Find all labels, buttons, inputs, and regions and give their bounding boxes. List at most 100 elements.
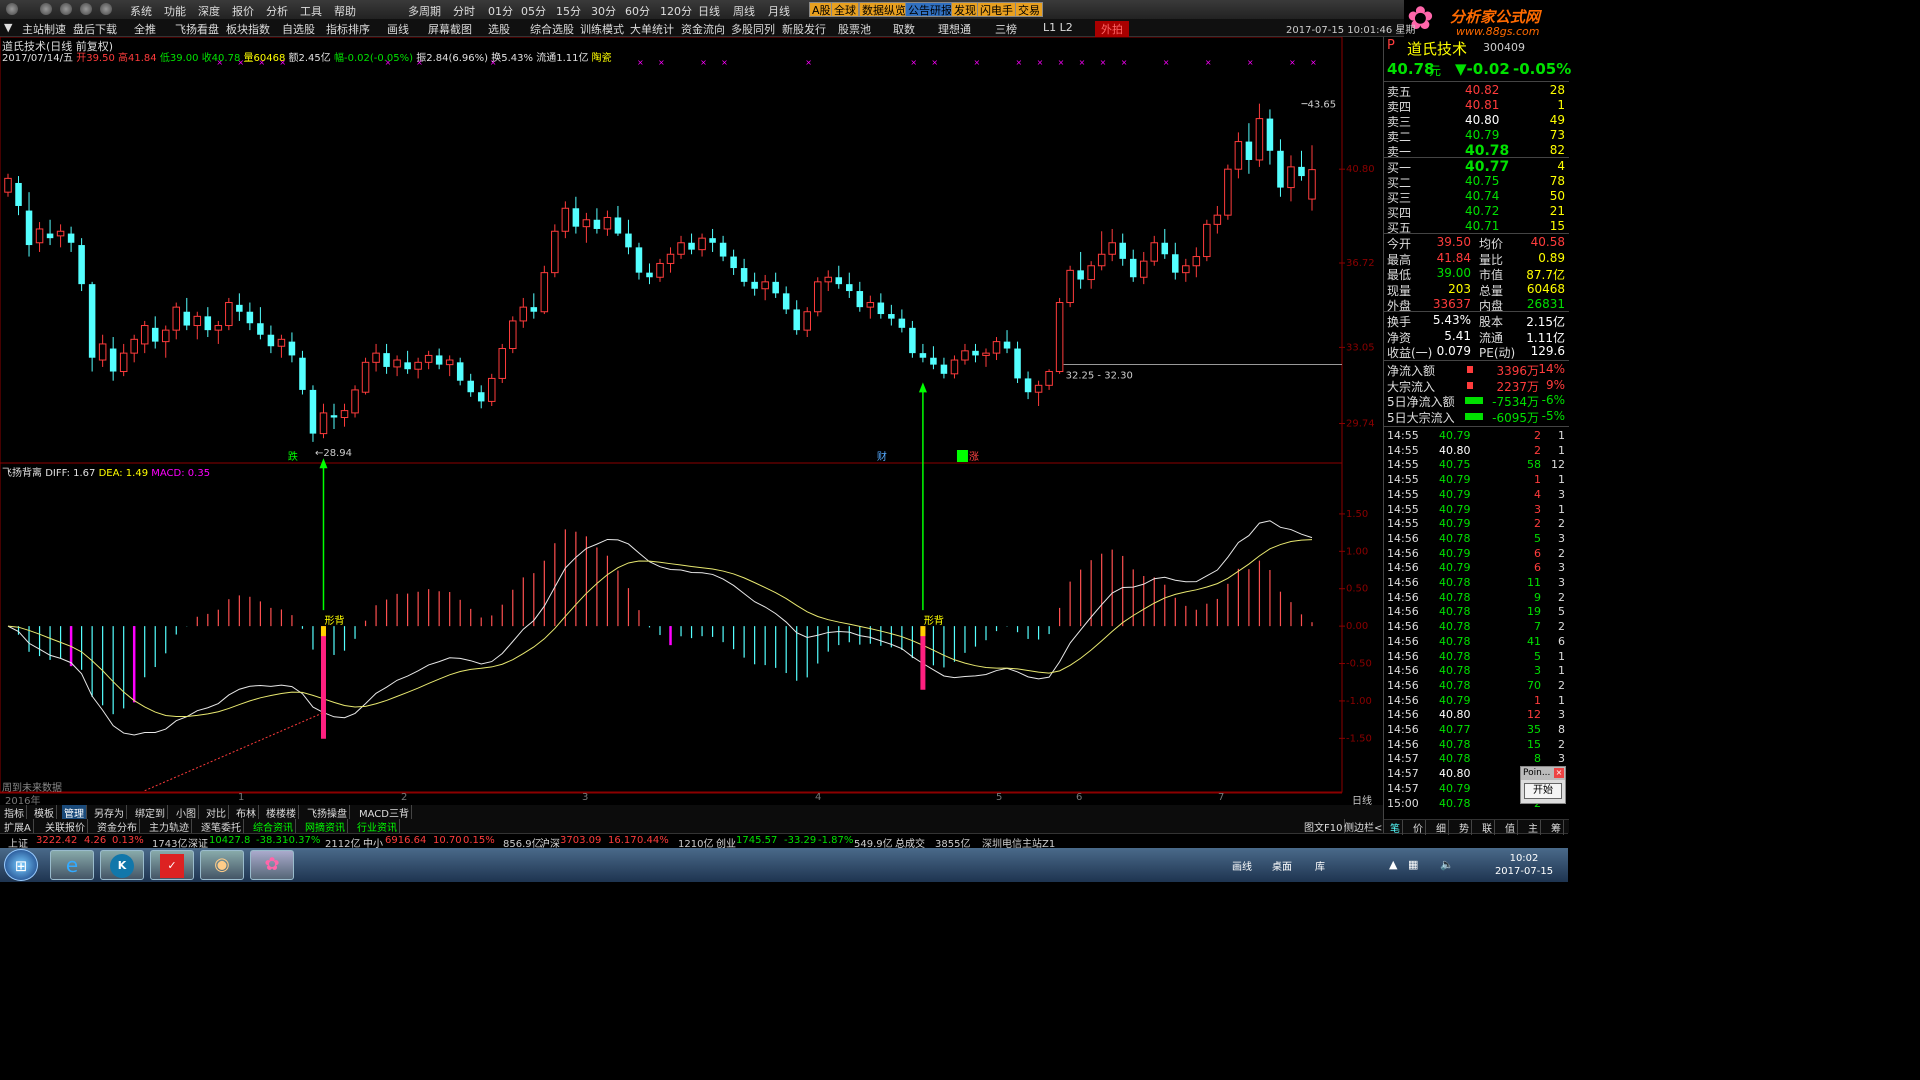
paint-app-icon[interactable]: ◉ — [200, 850, 244, 880]
indicator-tab[interactable]: 楼楼楼 — [264, 805, 299, 820]
network-icon[interactable]: ▦ — [1408, 858, 1418, 871]
toolbar-button[interactable]: 主站制速 — [22, 21, 66, 37]
panel-tab[interactable]: 势 — [1457, 820, 1472, 835]
start-button[interactable]: ⊞ — [4, 849, 38, 881]
toolbar-button[interactable]: 资金流向 — [681, 21, 725, 37]
window-menu-icon[interactable] — [6, 3, 18, 15]
red-app-icon[interactable]: ✓ — [150, 850, 194, 880]
indicator-tab[interactable]: 管理 — [62, 805, 87, 820]
toolbar-button[interactable]: 三榜 — [995, 21, 1017, 37]
ask-row[interactable]: 卖五 40.82 28 — [1387, 83, 1567, 99]
menu-item[interactable]: 功能 — [164, 3, 186, 19]
toolbar-button[interactable]: 全推 — [134, 21, 156, 37]
f10-tab[interactable]: 图文F10 — [1302, 819, 1346, 834]
bid-row[interactable]: 买二 40.75 78 — [1387, 174, 1567, 190]
ask-row[interactable]: 卖一 40.78 82 — [1387, 143, 1567, 159]
k-app-icon[interactable]: K — [100, 850, 144, 880]
menu-item[interactable]: 60分 — [625, 3, 650, 19]
toolbar-button[interactable]: 飞扬看盘 — [175, 21, 219, 37]
panel-tab[interactable]: 笔 — [1388, 820, 1403, 835]
menu-item[interactable]: 15分 — [556, 3, 581, 19]
panel-tab[interactable]: 主 — [1526, 820, 1541, 835]
tray-item[interactable]: 库 — [1315, 858, 1325, 873]
info-tab[interactable]: 行业资讯 — [355, 819, 400, 834]
panel-tab[interactable]: 联 — [1480, 820, 1495, 835]
toolbar-button[interactable]: 训练模式 — [580, 21, 624, 37]
info-tab[interactable]: 关联报价 — [43, 819, 88, 834]
restore-icon[interactable] — [100, 3, 112, 15]
info-tab[interactable]: 综合资讯 — [251, 819, 296, 834]
menu-item[interactable]: 分时 — [453, 3, 475, 19]
bid-row[interactable]: 买四 40.72 21 — [1387, 204, 1567, 220]
tray-item[interactable]: 桌面 — [1272, 858, 1292, 873]
indicator-tab[interactable]: 模板 — [32, 805, 57, 820]
toolbar-button[interactable]: 盘后下载 — [73, 21, 117, 37]
indicator-tab[interactable]: 小图 — [174, 805, 199, 820]
kline-chart-area[interactable]: 40.80 36.72 33.05 29.74 1.50 1.00 0.50 0.00 -0.5… — [0, 37, 1383, 807]
toolbar-button[interactable]: 板块指数 — [226, 21, 270, 37]
menu-item[interactable]: 30分 — [591, 3, 616, 19]
menu-item[interactable]: 05分 — [521, 3, 546, 19]
close-icon[interactable] — [40, 3, 52, 15]
bid-row[interactable]: 买三 40.74 50 — [1387, 189, 1567, 205]
toolbar-button[interactable]: 理想通 — [938, 21, 971, 37]
toolbar-button[interactable]: 取数 — [893, 21, 915, 37]
menu-item[interactable]: 120分 — [660, 3, 692, 19]
toolbar-button[interactable]: 大单统计 — [630, 21, 674, 37]
indicator-tab[interactable]: 另存为 — [92, 805, 127, 820]
badge-button[interactable]: 数据纵览 — [859, 2, 909, 17]
badge-button[interactable]: 闪电手 — [977, 2, 1016, 17]
indicator-tab[interactable]: 绑定到 — [133, 805, 168, 820]
menu-item[interactable]: 深度 — [198, 3, 220, 19]
panel-tab[interactable]: 价 — [1411, 820, 1426, 835]
toolbar-button[interactable]: 多股同列 — [731, 21, 775, 37]
toolbar-button[interactable]: L1 L2 — [1043, 21, 1073, 34]
indicator-tab[interactable]: 对比 — [204, 805, 229, 820]
popup-start-button[interactable]: 开始 — [1524, 783, 1562, 799]
toolbar-button[interactable]: 新股发行 — [782, 21, 826, 37]
menu-item[interactable]: 系统 — [130, 3, 152, 19]
indicator-tab[interactable]: 飞扬操盘 — [305, 805, 350, 820]
toolbar-button[interactable]: 画线 — [387, 21, 409, 37]
menu-item[interactable]: 工具 — [300, 3, 322, 19]
ask-row[interactable]: 卖三 40.80 49 — [1387, 113, 1567, 129]
info-sector[interactable]: 陶瓷 — [592, 53, 612, 64]
menu-item[interactable]: 帮助 — [334, 3, 356, 19]
menu-item[interactable]: 分析 — [266, 3, 288, 19]
badge-button[interactable]: 公告研报 — [905, 2, 955, 17]
point-popup[interactable]: Poin... × 开始 — [1520, 766, 1566, 804]
indicator-tab[interactable]: 指标 — [2, 805, 27, 820]
panel-tab[interactable]: 筹 — [1549, 820, 1564, 835]
menu-item[interactable]: 多周期 — [408, 3, 441, 19]
stock-app-icon[interactable]: ✿ — [250, 850, 294, 880]
info-tab[interactable]: 资金分布 — [95, 819, 140, 834]
badge-button[interactable]: 全球 — [831, 2, 859, 17]
info-tab[interactable]: 扩展A — [2, 819, 34, 834]
sidebar-toggle-tab[interactable]: 侧边栏< — [1342, 819, 1386, 834]
ask-row[interactable]: 卖四 40.81 1 — [1387, 98, 1567, 114]
speaker-icon[interactable]: 🔈 — [1440, 858, 1454, 871]
toolbar-dropdown-icon[interactable]: ▼ — [4, 21, 12, 34]
menu-item[interactable]: 报价 — [232, 3, 254, 19]
indicator-tab[interactable]: 布林 — [234, 805, 259, 820]
info-tab[interactable]: 网摘资讯 — [303, 819, 348, 834]
tray-item[interactable]: 画线 — [1232, 858, 1252, 873]
bid-row[interactable]: 买一 40.77 4 — [1387, 159, 1567, 175]
bid-row[interactable]: 买五 40.71 15 — [1387, 219, 1567, 235]
indicator-tab[interactable]: MACD三背 — [357, 805, 412, 820]
chevron-up-icon[interactable]: ▲ — [1389, 858, 1397, 871]
toolbar-button[interactable]: 外拍 — [1095, 21, 1129, 37]
ie-app-icon[interactable]: e — [50, 850, 94, 880]
toolbar-button[interactable]: 指标排序 — [326, 21, 370, 37]
toolbar-button[interactable]: 股票池 — [838, 21, 871, 37]
popup-close-icon[interactable]: × — [1554, 768, 1564, 778]
clock[interactable]: 10:02 2017-07-15 — [1494, 852, 1554, 878]
toolbar-button[interactable]: 选股 — [488, 21, 510, 37]
ask-row[interactable]: 卖二 40.79 73 — [1387, 128, 1567, 144]
menu-item[interactable]: 日线 — [698, 3, 720, 19]
menu-item[interactable]: 周线 — [733, 3, 755, 19]
minimize-icon[interactable] — [60, 3, 72, 15]
toolbar-button[interactable]: 屏幕截图 — [428, 21, 472, 37]
badge-button[interactable]: 发现 — [951, 2, 979, 17]
badge-button[interactable]: 交易 — [1015, 2, 1043, 17]
